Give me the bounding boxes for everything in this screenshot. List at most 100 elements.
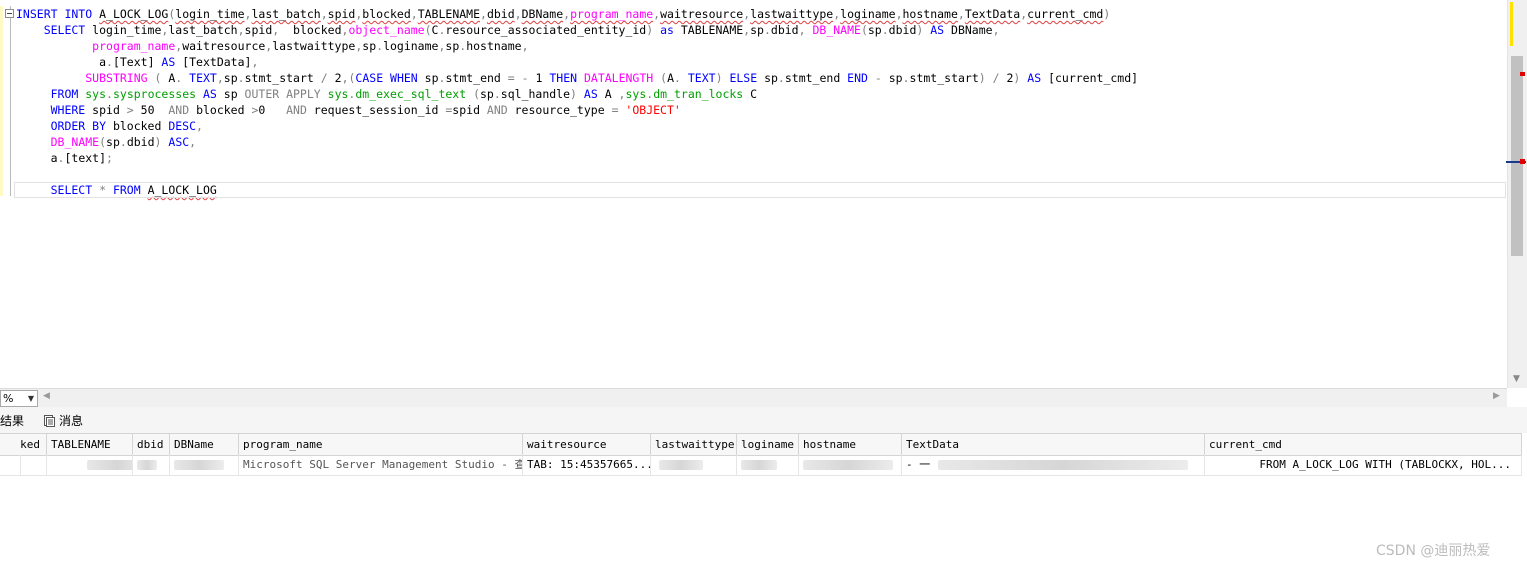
column-header[interactable]: TABLENAME (47, 434, 133, 455)
code-token: , (196, 119, 203, 133)
table-cell[interactable] (133, 455, 170, 475)
code-token: AS (1027, 71, 1049, 85)
code-line[interactable]: SELECT login_time,last_batch,spid, block… (16, 22, 1000, 38)
code-token: blocked (196, 103, 252, 117)
code-token: dm_tran_locks (653, 87, 751, 101)
change-marker (1510, 2, 1513, 46)
code-token: A (667, 71, 675, 85)
code-token: ) (646, 23, 661, 37)
column-header[interactable]: lastwaittype (651, 434, 737, 455)
code-token: , (895, 7, 903, 21)
vertical-scrollbar[interactable]: ▼ (1506, 0, 1527, 388)
column-header[interactable]: TextData (902, 434, 1205, 455)
column-header[interactable]: ked (0, 434, 47, 455)
code-token: sys (625, 87, 647, 101)
code-token: sp (480, 87, 494, 101)
code-token: , (410, 7, 418, 21)
code-line[interactable]: WHERE spid > 50 AND blocked >0 AND reque… (16, 102, 681, 118)
table-cell[interactable]: TAB: 15:45357665... (523, 455, 651, 475)
table-row[interactable]: Microsoft SQL Server Management Studio -… (0, 455, 1522, 476)
column-header[interactable]: DBName (170, 434, 239, 455)
scroll-down-icon[interactable]: ▼ (1513, 374, 1520, 384)
table-cell[interactable] (170, 455, 239, 475)
column-header[interactable]: waitresource (523, 434, 651, 455)
code-token: , (251, 55, 259, 69)
results-grid[interactable]: ked TABLENAME dbid DBName program_name w… (0, 433, 1522, 567)
code-token: sp (223, 71, 238, 85)
column-header[interactable]: loginame (737, 434, 799, 455)
code-token: END (847, 71, 875, 85)
code-line[interactable]: a.[text]; (16, 150, 113, 166)
code-token: loginame (840, 7, 896, 21)
change-tracking-bar (0, 6, 3, 196)
column-header[interactable]: program_name (239, 434, 523, 455)
code-token: stmt_start (244, 71, 321, 85)
code-token: - (874, 71, 889, 85)
scroll-right-icon[interactable]: ▶ (1493, 391, 1500, 401)
code-token: sp (223, 87, 245, 101)
redacted-value (87, 460, 132, 470)
code-token: program_name (92, 39, 176, 53)
table-cell[interactable] (737, 455, 799, 475)
code-token: blocked (293, 23, 342, 37)
tab-results[interactable]: 结果 (0, 413, 24, 429)
code-token: program_name (570, 7, 654, 21)
sql-editor[interactable]: INSERT INTO A_LOCK_LOG(login_time,last_b… (0, 0, 1506, 388)
code-line[interactable]: program_name,waitresource,lastwaittype,s… (16, 38, 528, 54)
messages-icon (44, 415, 55, 427)
table-cell[interactable] (47, 455, 133, 475)
code-line[interactable]: a.[Text] AS [TextData], (16, 54, 258, 70)
table-cell[interactable] (651, 455, 737, 475)
code-token: ,( (341, 71, 356, 85)
code-token: [Text] (112, 55, 162, 69)
column-header[interactable]: dbid (133, 434, 170, 455)
tab-messages[interactable]: 消息 (44, 413, 83, 429)
code-token: A (604, 87, 619, 101)
table-cell[interactable] (0, 455, 21, 475)
code-line[interactable]: FROM sys.sysprocesses AS sp OUTER APPLY … (16, 86, 757, 102)
column-header[interactable]: current_cmd (1205, 434, 1522, 455)
code-token: [TextData] (182, 55, 252, 69)
code-token: , (514, 7, 522, 21)
code-token: / (320, 71, 335, 85)
collapse-toggle-icon[interactable] (5, 9, 14, 18)
code-token: , (237, 23, 245, 37)
code-token: ) (916, 23, 931, 37)
table-cell[interactable]: - 一 (902, 455, 1205, 475)
code-token: DB_NAME (50, 135, 100, 149)
table-cell[interactable] (799, 455, 902, 475)
code-token: DB_NAME (812, 23, 861, 37)
current-line-highlight (14, 182, 1506, 198)
code-token: dbid (888, 23, 917, 37)
code-token: dm_exec_sql_text (355, 87, 474, 101)
vertical-scroll-thumb[interactable] (1511, 56, 1523, 256)
code-token: 0 (258, 103, 287, 117)
scroll-left-icon[interactable]: ◀ (43, 391, 50, 401)
chevron-down-icon[interactable]: ▼ (28, 391, 34, 406)
redacted-value (741, 460, 777, 470)
code-token: ) (715, 71, 730, 85)
code-token: THEN (549, 71, 584, 85)
table-cell[interactable] (21, 455, 47, 475)
zoom-dropdown[interactable]: % ▼ (0, 390, 38, 407)
code-token: AND (286, 103, 314, 117)
watermark: CSDN @迪丽热爱 (1376, 543, 1491, 559)
code-token: , (992, 23, 1000, 37)
code-line[interactable]: DB_NAME(sp.dbid) ASC, (16, 134, 196, 150)
code-token: CASE WHEN (355, 71, 425, 85)
code-token: SELECT (16, 23, 93, 37)
code-token: hostname (902, 7, 958, 21)
code-line[interactable]: ORDER BY blocked DESC, (16, 118, 203, 134)
code-token: login_time (175, 7, 245, 21)
code-token: stmt_end (445, 71, 508, 85)
column-header[interactable]: hostname (799, 434, 902, 455)
code-token: FROM (16, 87, 86, 101)
code-token: TABLENAME (680, 23, 744, 37)
table-cell[interactable]: Microsoft SQL Server Management Studio -… (239, 455, 523, 475)
code-token: spid (244, 23, 273, 37)
code-line[interactable]: INSERT INTO A_LOCK_LOG(login_time,last_b… (16, 6, 1110, 22)
table-cell[interactable]: FROM A_LOCK_LOG WITH (TABLOCKX, HOL... (1205, 455, 1522, 475)
code-line[interactable]: SUBSTRING ( A. TEXT,sp.stmt_start / 2,(C… (16, 70, 1138, 86)
